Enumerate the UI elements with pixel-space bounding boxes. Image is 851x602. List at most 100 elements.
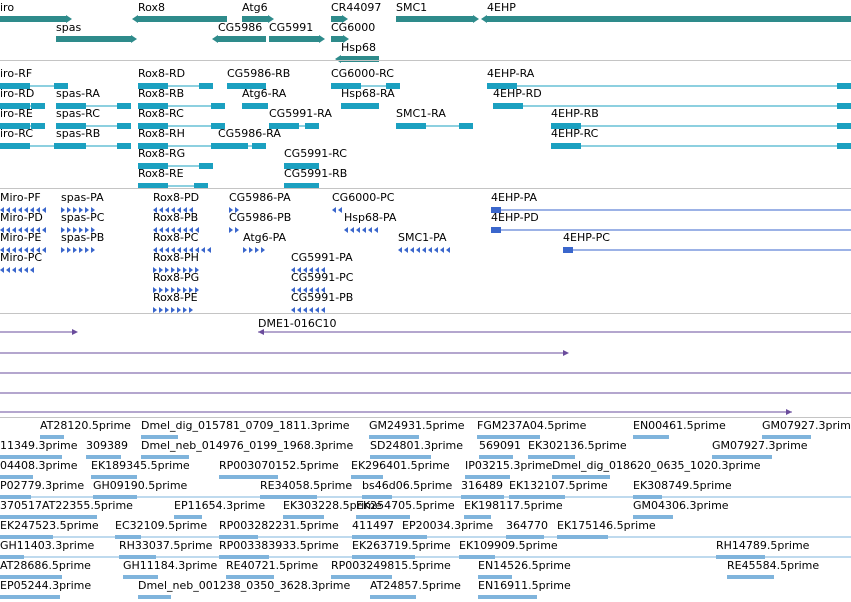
feature-label[interactable]: GH11403.3prime [0, 540, 94, 552]
feature-label[interactable]: Rox8-RC [138, 108, 184, 120]
exon-block[interactable] [67, 247, 71, 253]
feature-label[interactable]: 4EHP-RB [551, 108, 599, 120]
feature-label[interactable]: CG5991 [269, 22, 313, 34]
exon-block[interactable] [207, 247, 211, 253]
feature-glyph[interactable] [31, 123, 45, 129]
feature-label[interactable]: Hsp68-RA [341, 88, 395, 100]
est-glyph[interactable] [0, 595, 60, 599]
feature-label[interactable]: EN14526.5prime [478, 560, 571, 572]
exon-block[interactable] [332, 207, 336, 213]
feature-label[interactable]: 309389 [86, 440, 128, 452]
exon-block[interactable] [12, 267, 16, 273]
feature-glyph[interactable] [199, 83, 213, 89]
feature-label[interactable]: iro [0, 2, 14, 14]
feature-label[interactable]: Miro-PE [0, 232, 41, 244]
feature-label[interactable]: spas-RB [56, 128, 100, 140]
feature-label[interactable]: 4EHP-RA [487, 68, 534, 80]
est-glyph[interactable] [633, 435, 669, 439]
exon-block[interactable] [201, 247, 205, 253]
exon-block[interactable] [85, 247, 89, 253]
feature-label[interactable]: EK175146.5prime [557, 520, 656, 532]
feature-glyph[interactable] [305, 123, 319, 129]
est-glyph[interactable] [138, 595, 171, 599]
feature-label[interactable]: CG6000-RC [331, 68, 394, 80]
exon-block[interactable] [73, 247, 77, 253]
exon-block[interactable] [362, 227, 366, 233]
feature-label[interactable]: Rox8-PE [153, 292, 198, 304]
feature-glyph[interactable] [31, 103, 45, 109]
feature-label[interactable]: FGM237A04.5prime [477, 420, 586, 432]
feature-label[interactable]: CG5991-RB [284, 168, 347, 180]
feature-glyph[interactable] [493, 103, 523, 109]
feature-label[interactable]: 411497 [352, 520, 394, 532]
feature-label[interactable]: RE45584.5prime [727, 560, 819, 572]
feature-label[interactable]: EK247523.5prime [0, 520, 99, 532]
feature-label[interactable]: RP003249815.5prime [331, 560, 451, 572]
exon-block[interactable] [422, 247, 426, 253]
feature-glyph[interactable] [837, 143, 851, 149]
feature-glyph[interactable] [56, 143, 86, 149]
feature-label[interactable]: AT24857.5prime [370, 580, 461, 592]
feature-label[interactable]: SMC1-RA [396, 108, 446, 120]
exon-block[interactable] [255, 247, 259, 253]
feature-label[interactable]: Rox8-RD [138, 68, 185, 80]
feature-label[interactable]: SD24801.3prime [370, 440, 463, 452]
feature-label[interactable]: EK189345.5prime [91, 460, 190, 472]
feature-label[interactable]: Rox8-RH [138, 128, 185, 140]
est-glyph[interactable] [370, 595, 416, 599]
feature-label[interactable]: GH09190.5prime [93, 480, 187, 492]
exon-block[interactable] [350, 227, 354, 233]
gene-glyph[interactable] [396, 16, 473, 22]
feature-label[interactable]: Rox8-PG [153, 272, 199, 284]
feature-label[interactable]: spas-RC [56, 108, 100, 120]
feature-label[interactable]: Rox8-PD [153, 192, 199, 204]
exon-block[interactable] [0, 267, 4, 273]
feature-glyph[interactable] [491, 227, 501, 233]
exon-block[interactable] [368, 227, 372, 233]
feature-label[interactable]: Rox8-RB [138, 88, 184, 100]
feature-label[interactable]: 4EHP-RD [493, 88, 542, 100]
feature-glyph[interactable] [551, 143, 581, 149]
feature-glyph[interactable] [117, 103, 131, 109]
feature-label[interactable]: Rox8-PB [153, 212, 198, 224]
feature-label[interactable]: CG5986-PB [229, 212, 291, 224]
feature-label[interactable]: GH11184.3prime [123, 560, 217, 572]
est-glyph[interactable] [478, 595, 537, 599]
feature-label[interactable]: EP20034.3prime [402, 520, 493, 532]
feature-label[interactable]: GM24931.5prime [369, 420, 465, 432]
feature-label[interactable]: 364770 [506, 520, 548, 532]
feature-label[interactable]: spas [56, 22, 81, 34]
gene-glyph[interactable] [218, 36, 266, 42]
feature-label[interactable]: EK198117.5prime [464, 500, 563, 512]
feature-label[interactable]: Dmel_neb_001238_0350_3628.3prime [138, 580, 350, 592]
feature-label[interactable]: Rox8 [138, 2, 165, 14]
feature-label[interactable]: EP11654.3prime [174, 500, 265, 512]
exon-block[interactable] [404, 247, 408, 253]
feature-label[interactable]: 316489 [461, 480, 503, 492]
feature-label[interactable]: CG5986-PA [229, 192, 291, 204]
feature-label[interactable]: RE40721.5prime [226, 560, 318, 572]
feature-glyph[interactable] [211, 103, 225, 109]
feature-glyph[interactable] [459, 123, 473, 129]
feature-label[interactable]: 4EHP [487, 2, 516, 14]
feature-glyph[interactable] [199, 163, 213, 169]
feature-label[interactable]: spas-PB [61, 232, 104, 244]
feature-label[interactable]: Rox8-PH [153, 252, 199, 264]
feature-label[interactable]: RP003070152.5prime [219, 460, 339, 472]
feature-label[interactable]: GM07927.3prime [712, 440, 808, 452]
feature-label[interactable]: Atg6 [242, 2, 268, 14]
feature-label[interactable]: CG5986-RB [227, 68, 290, 80]
feature-label[interactable]: EK109909.5prime [459, 540, 558, 552]
feature-glyph[interactable] [837, 103, 851, 109]
feature-label[interactable]: Dmel_dig_015781_0709_1811.3prime [141, 420, 350, 432]
feature-label[interactable]: spas-PC [61, 212, 104, 224]
feature-glyph[interactable] [117, 123, 131, 129]
feature-label[interactable]: 11349.3prime [0, 440, 78, 452]
feature-label[interactable]: Dmel_neb_014976_0199_1968.3prime [141, 440, 353, 452]
feature-label[interactable]: Miro-PC [0, 252, 42, 264]
feature-glyph[interactable] [396, 123, 426, 129]
feature-label[interactable]: EK308749.5prime [633, 480, 732, 492]
feature-label[interactable]: iro-RC [0, 128, 33, 140]
exon-block[interactable] [356, 227, 360, 233]
feature-label[interactable]: CR44097 [331, 2, 381, 14]
